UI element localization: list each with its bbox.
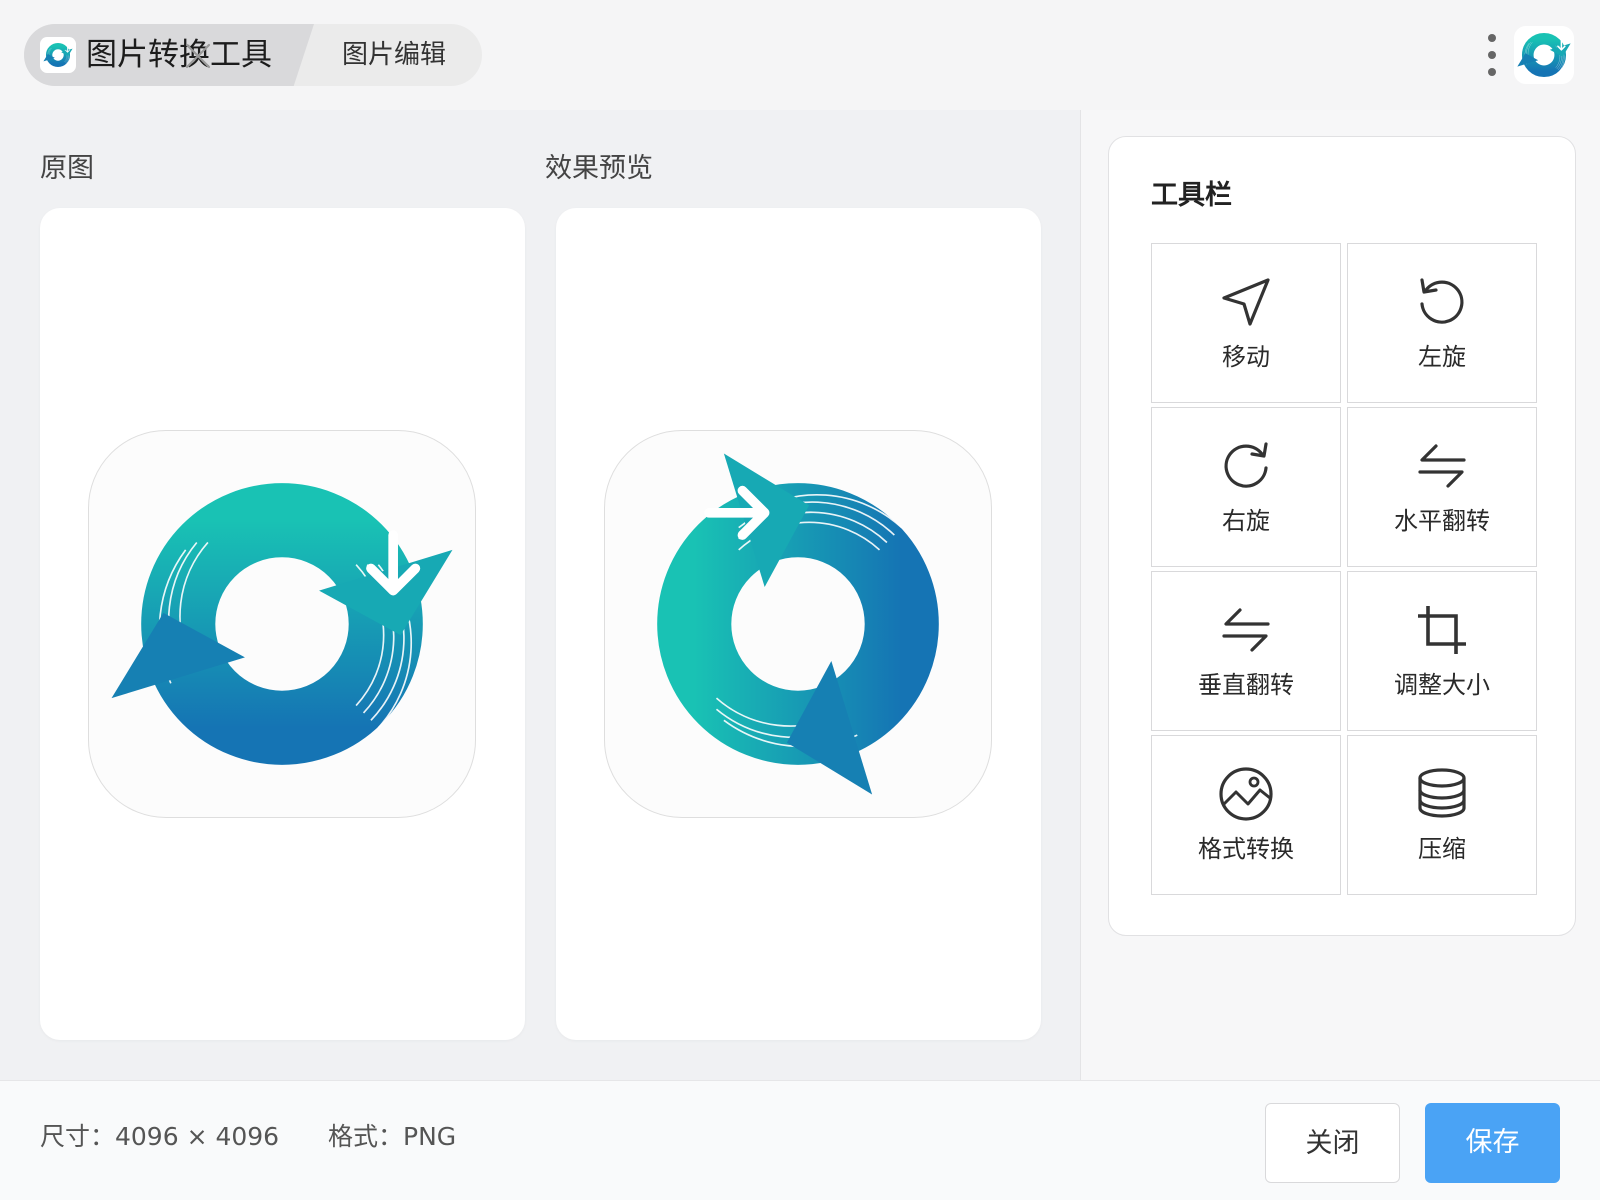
preview-image	[604, 430, 992, 818]
tool-format-convert-label: 格式转换	[1198, 835, 1294, 863]
app-logo-icon	[40, 37, 76, 73]
original-image-card	[40, 208, 525, 1040]
tool-flip-horizontal-label: 水平翻转	[1394, 507, 1490, 535]
tab-group: 图片转换工具 图片编辑	[24, 24, 482, 86]
close-button[interactable]: 关闭	[1265, 1103, 1400, 1183]
rotate-left-icon	[1412, 272, 1472, 332]
tool-format-convert-button[interactable]: 格式转换	[1151, 735, 1341, 895]
tool-rotate-left-label: 左旋	[1418, 343, 1466, 371]
preview-label: 效果预览	[545, 153, 653, 184]
tool-compress-button[interactable]: 压缩	[1347, 735, 1537, 895]
rotate-right-icon	[1216, 436, 1276, 496]
toolbar-panel: 工具栏 移动 左旋 右旋 水平翻转 垂直翻转 调整大小 格式转换 压缩	[1108, 136, 1576, 936]
tool-move-label: 移动	[1222, 343, 1270, 371]
tool-grid: 移动 左旋 右旋 水平翻转 垂直翻转 调整大小 格式转换 压缩	[1151, 243, 1537, 895]
tab-image-edit-label: 图片编辑	[342, 40, 447, 70]
crop-icon	[1412, 600, 1472, 660]
tab-image-edit[interactable]: 图片编辑	[314, 24, 482, 86]
flip-horizontal-icon	[1412, 436, 1472, 496]
tool-flip-horizontal-button[interactable]: 水平翻转	[1347, 407, 1537, 567]
tool-flip-vertical-label: 垂直翻转	[1198, 671, 1294, 699]
original-image	[88, 430, 476, 818]
image-size-info: 尺寸：4096 × 4096	[40, 1122, 280, 1151]
tool-flip-vertical-button[interactable]: 垂直翻转	[1151, 571, 1341, 731]
tool-move-button[interactable]: 移动	[1151, 243, 1341, 403]
footer-bar: 尺寸：4096 × 4096 格式：PNG 关闭 保存	[0, 1080, 1600, 1200]
original-label: 原图	[40, 153, 94, 184]
save-button[interactable]: 保存	[1425, 1103, 1560, 1183]
compress-stack-icon	[1412, 764, 1472, 824]
close-icon[interactable]	[180, 38, 216, 74]
toolbar-title: 工具栏	[1151, 180, 1232, 211]
navigation-arrow-icon	[1216, 272, 1276, 332]
flip-vertical-icon	[1216, 600, 1276, 660]
tool-rotate-right-label: 右旋	[1222, 507, 1270, 535]
tool-compress-label: 压缩	[1418, 835, 1466, 863]
title-bar: 图片转换工具 图片编辑	[0, 0, 1600, 110]
vertical-dots-icon[interactable]	[1480, 30, 1504, 80]
tool-rotate-right-button[interactable]: 右旋	[1151, 407, 1341, 567]
tool-rotate-left-button[interactable]: 左旋	[1347, 243, 1537, 403]
tool-resize-label: 调整大小	[1394, 671, 1490, 699]
image-format-icon	[1216, 764, 1276, 824]
tab-app-title: 图片转换工具	[86, 37, 272, 73]
preview-image-card	[556, 208, 1041, 1040]
app-avatar-logo[interactable]	[1514, 26, 1574, 84]
tool-resize-button[interactable]: 调整大小	[1347, 571, 1537, 731]
image-format-info: 格式：PNG	[328, 1122, 457, 1151]
